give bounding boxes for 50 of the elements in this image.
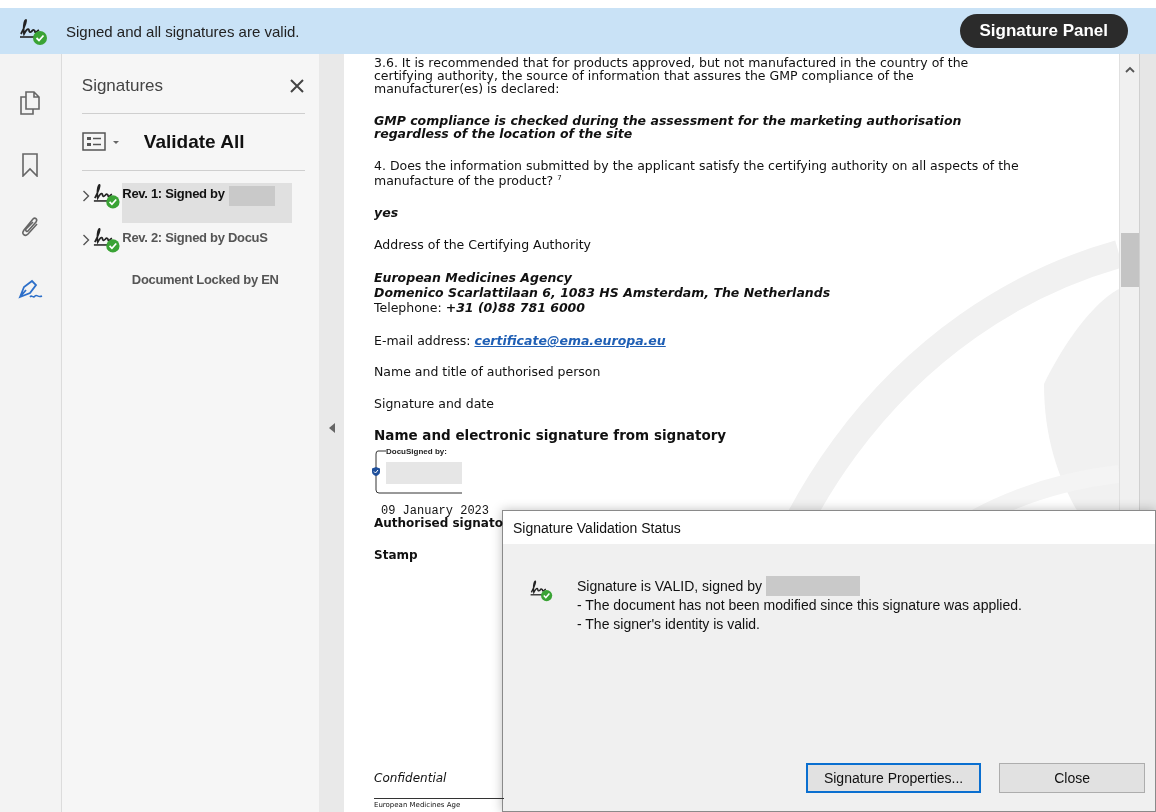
scroll-up-icon[interactable] (1124, 66, 1135, 73)
confidential-label: Confidential (374, 771, 447, 785)
close-button[interactable] (289, 77, 306, 94)
signature-label: Rev. 1: Signed by (122, 186, 225, 201)
options-menu-button[interactable] (81, 132, 120, 152)
email-link[interactable]: certificate@ema.europa.eu (474, 333, 666, 349)
status-message: Signed and all signatures are valid. (66, 22, 301, 40)
document-paragraph: Name and title of authorised person (374, 365, 602, 379)
validate-all-button[interactable]: Validate All (129, 131, 245, 153)
pages-icon (20, 91, 41, 115)
bookmark-icon (22, 153, 39, 177)
address-line: Domenico Scarlattilaan 6, 1083 HS Amsterdam, The Netherlands (374, 285, 832, 301)
signature-caption: Authorised signato (374, 517, 503, 530)
signature-item[interactable]: Rev. 2: Signed by DocuS (122, 227, 293, 249)
address-line: Telephone: +31 (0)88 781 6000 (374, 300, 586, 316)
document-paragraph: 4. Does the information submitted by the applicant satisfy the certifying authority on all aspects of the manufacture of the product? $^{7}$ (374, 159, 1020, 188)
document-paragraph: yes (374, 206, 400, 220)
chevron-icon[interactable] (81, 190, 90, 202)
panel-title: Signatures (81, 75, 164, 96)
stamp-label: Stamp (374, 548, 418, 563)
validation-detail: - The document has not been modified since this signature was applied. (577, 596, 1022, 615)
signature-date: 09 January 2023 (381, 505, 490, 518)
document-paragraph: Signature and date (374, 397, 495, 411)
signature-pen-icon (16, 277, 45, 301)
collapse-icon[interactable] (328, 423, 335, 433)
dialog-button[interactable]: Close (999, 763, 1145, 793)
address-line: European Medicines Agency (374, 270, 573, 286)
signature-valid-icon (529, 578, 553, 602)
signature-item[interactable]: Rev. 1: Signed by (122, 183, 293, 223)
signature-panel-button[interactable]: Signature Panel (959, 14, 1128, 48)
section-heading: Name and electronic signature from signatory (374, 429, 728, 443)
document-paragraph: GMP compliance is checked during the assessment for the marketing authorisation regardless of the location of the site (374, 114, 963, 140)
validation-summary: Signature is VALID, signed by (577, 576, 762, 596)
email-line: E-mail address: certificate@ema.europa.eu (374, 333, 666, 349)
signature-valid-icon (91, 225, 121, 254)
document-paragraph: 3.6. It is recommended that for products approved, but not manufactured in the country of the certifying authority, the source of information that assures the GMP compliance of the manufacturer(es) is declared: (374, 56, 970, 95)
signature-label: Rev. 2: Signed by DocuS (122, 230, 268, 245)
stamp-label: DocuSigned by: (386, 447, 447, 457)
dialog-button[interactable]: Signature Properties... (805, 763, 982, 793)
chevron-icon[interactable] (81, 234, 90, 246)
close-icon (289, 77, 306, 94)
signature-valid-icon (18, 16, 48, 46)
document-paragraph: Address of the Certifying Authority (374, 238, 592, 252)
scroll-thumb[interactable] (1120, 233, 1139, 287)
validation-detail: - The signer's identity is valid. (577, 615, 761, 634)
dialog-title: Signature Validation Status (513, 519, 681, 536)
shield-icon (372, 467, 380, 477)
list-options-icon (81, 132, 120, 152)
signature-valid-icon (91, 181, 121, 210)
lock-note: Document Locked by EN (130, 270, 280, 287)
